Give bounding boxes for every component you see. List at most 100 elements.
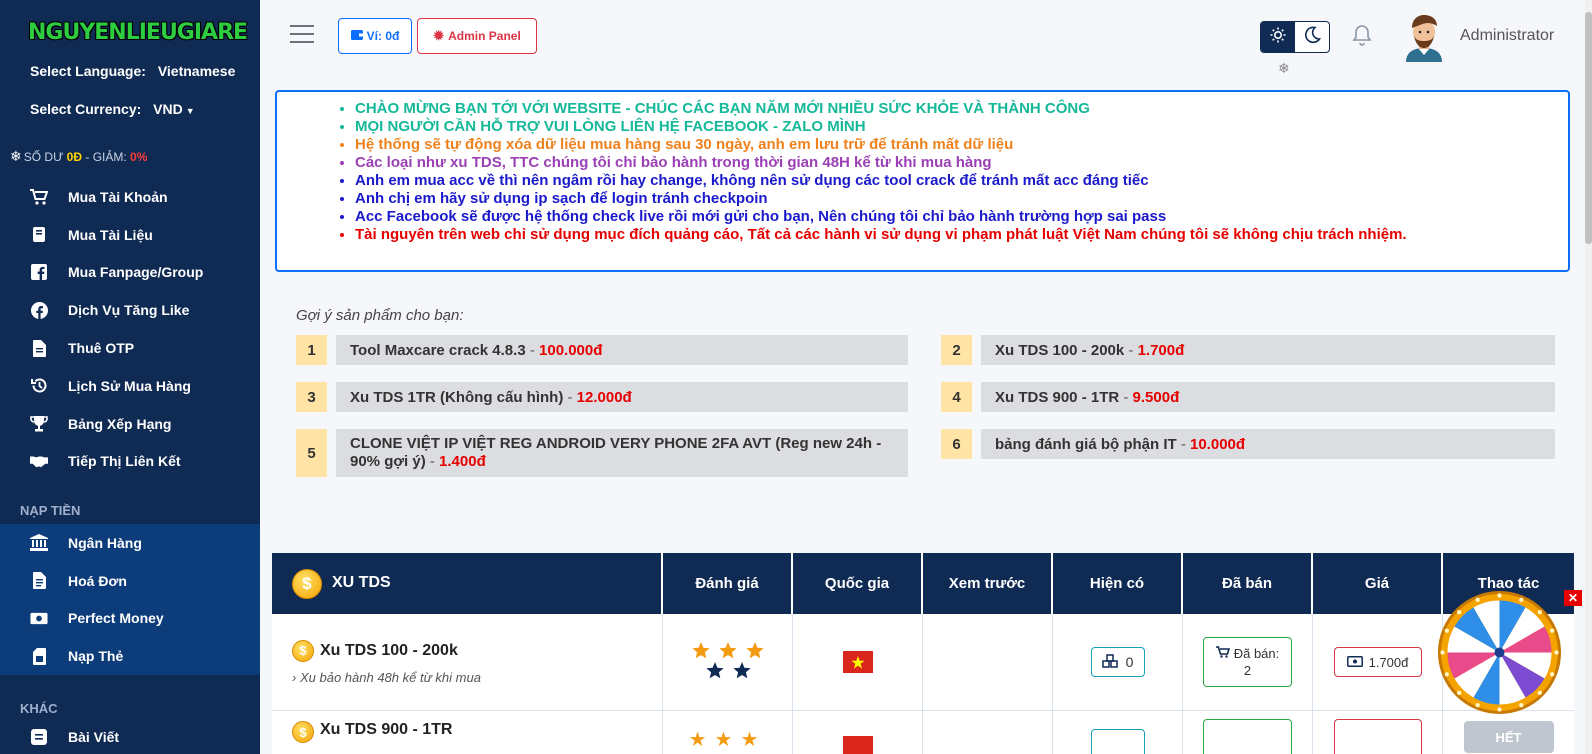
caret-down-icon: ▼ [185,106,195,116]
suggestion-item[interactable]: 3 Xu TDS 1TR (Không cấu hình) - 12.000đ [296,382,908,412]
sidebar-item-label: Hoá Đơn [68,572,127,589]
currency-value[interactable]: VND [153,101,183,117]
facebook-square-icon [30,263,48,281]
country-cell [793,614,923,710]
suggestion-item[interactable]: 2 Xu TDS 100 - 200k - 1.700đ [941,335,1555,365]
price-cell: 1.700đ [1313,614,1443,710]
boxes-icon [1101,653,1120,671]
language-label: Select Language: [30,63,146,79]
page-scrollbar[interactable] [1585,0,1592,754]
admin-panel-button[interactable]: ✹ Admin Panel [417,18,537,54]
price-cell [1313,711,1443,754]
column-header-preview: Xem trước [923,553,1053,614]
table-row: $ Xu TDS 100 - 200k › Xu bảo hành 48h kể… [272,614,1574,711]
user-name[interactable]: Administrator [1460,27,1554,45]
suggestion-price: 1.700đ [1137,341,1185,359]
sidebar-item-buy-docs[interactable]: Mua Tài Liệu [0,216,260,254]
suggestion-item[interactable]: 1 Tool Maxcare crack 4.8.3 - 100.000đ [296,335,908,365]
star-filled-icon [745,642,764,659]
sidebar-item-label: Thuê OTP [68,340,135,357]
language-value[interactable]: Vietnamese [158,63,236,79]
sold-out-button[interactable]: HẾT [1463,721,1554,753]
invoice-icon [30,572,48,590]
notice-list: CHÀO MỪNG BẠN TỚI VỚI WEBSITE - CHÚC CÁC… [355,100,1568,244]
suggestion-item[interactable]: 4 Xu TDS 900 - 1TR - 9.500đ [941,382,1555,412]
rating-stars-partial: ★★★ [688,729,767,751]
lucky-wheel-widget[interactable] [1437,590,1562,715]
language-selector[interactable]: Select Language: Vietnamese [30,63,235,79]
sidebar-item-bank[interactable]: Ngân Hàng [0,524,260,562]
sidebar-item-label: Tiếp Thị Liên Kết [68,453,181,470]
sidebar-item-label: Perfect Money [68,610,164,627]
theme-toggle[interactable] [1260,21,1330,53]
suggestion-number: 1 [296,335,327,365]
light-mode-button[interactable] [1261,22,1295,52]
suggestion-item[interactable]: 6 bảng đánh giá bộ phận IT - 10.000đ [941,429,1555,459]
discount-label: - GIẢM: [85,150,127,164]
gear-icon: ✹ [433,28,445,43]
rating-cell: ★★★ [663,711,793,754]
notice-line: Anh em mua acc về thì nên ngâm rồi hay c… [355,172,1568,190]
avatar[interactable] [1402,14,1446,62]
country-cell [793,711,923,754]
rating-cell [663,614,793,710]
stock-cell [1053,711,1183,754]
cart-icon [1215,646,1230,661]
sidebar-item-perfect-money[interactable]: Perfect Money [0,600,260,638]
sidebar-item-leaderboard[interactable]: Bảng Xếp Hạng [0,405,260,443]
menu-toggle-icon[interactable] [290,25,314,45]
product-description: Xu bảo hành 48h kể từ khi mua [299,669,481,685]
product-name[interactable]: Xu TDS 900 - 1TR [320,721,452,739]
suggestion-name: Xu TDS 1TR (Không cấu hình) [350,388,564,406]
sidebar-item-rent-otp[interactable]: Thuê OTP [0,329,260,367]
stock-value: 0 [1125,654,1134,670]
suggestion-number: 3 [296,382,327,412]
vietnam-flag-icon [842,736,873,754]
blog-icon [30,728,48,746]
section-label-deposit: NẠP TIỀN [20,503,81,518]
notice-line: Tài nguyên trên web chỉ sử dụng mục đích… [355,226,1568,244]
notice-board: CHÀO MỪNG BẠN TỚI VỚI WEBSITE - CHÚC CÁC… [275,90,1570,272]
action-cell: HẾT [1443,711,1574,754]
sim-card-icon [30,647,48,665]
suggestion-number: 6 [941,429,972,459]
wallet-button[interactable]: Ví: 0đ [338,18,412,54]
other-menu: Bài Viết [0,718,260,754]
suggestion-item[interactable]: 5 CLONE VIỆT IP VIỆT REG ANDROID VERY PH… [296,429,908,477]
star-filled-icon [718,642,737,659]
notice-line: CHÀO MỪNG BẠN TỚI VỚI WEBSITE - CHÚC CÁC… [355,100,1568,118]
suggestion-name: Tool Maxcare crack 4.8.3 [350,341,526,359]
sidebar-item-invoice[interactable]: Hoá Đơn [0,562,260,600]
site-logo[interactable]: NGUYENLIEUGIARE [28,20,248,45]
sidebar-item-like-service[interactable]: Dịch Vụ Tăng Like [0,291,260,329]
suggestion-number: 5 [296,429,327,477]
product-name[interactable]: Xu TDS 100 - 200k [320,642,458,660]
notice-line: Hệ thống sẽ tự động xóa dữ liệu mua hàng… [355,136,1568,154]
suggestion-number: 2 [941,335,972,365]
sold-cell: Đã bán: 2 [1183,614,1313,710]
moon-icon [1303,26,1322,49]
money-icon [30,609,48,627]
suggestion-price: 12.000đ [576,388,632,406]
sidebar-item-purchase-history[interactable]: Lịch Sử Mua Hàng [0,367,260,405]
sidebar-item-affiliate[interactable]: Tiếp Thị Liên Kết [0,443,260,481]
stock-badge: 0 [1090,647,1145,677]
suggestion-name: Xu TDS 100 - 200k [995,341,1125,359]
bank-icon [30,534,48,552]
balance-value: 0Đ [66,150,83,164]
currency-selector[interactable]: Select Currency: VND ▼ [30,101,195,117]
close-icon[interactable]: ✕ [1564,590,1582,606]
sidebar-item-top-up-card[interactable]: Nạp Thẻ [0,637,260,675]
section-label-other: KHÁC [20,701,58,716]
coin-icon: $ [292,639,314,662]
sidebar-item-buy-fanpage[interactable]: Mua Fanpage/Group [0,254,260,292]
column-header-stock: Hiện có [1053,553,1183,614]
sidebar-item-buy-account[interactable]: Mua Tài Khoản [0,178,260,216]
bell-icon[interactable] [1352,24,1372,51]
wallet-label: Ví: 0đ [366,29,400,43]
sidebar-item-label: Mua Tài Khoản [68,188,168,205]
sidebar-item-blog[interactable]: Bài Viết [0,718,260,754]
suggestion-name: bảng đánh giá bộ phận IT [995,435,1177,453]
coin-icon: $ [292,721,314,743]
dark-mode-button[interactable] [1295,22,1329,52]
